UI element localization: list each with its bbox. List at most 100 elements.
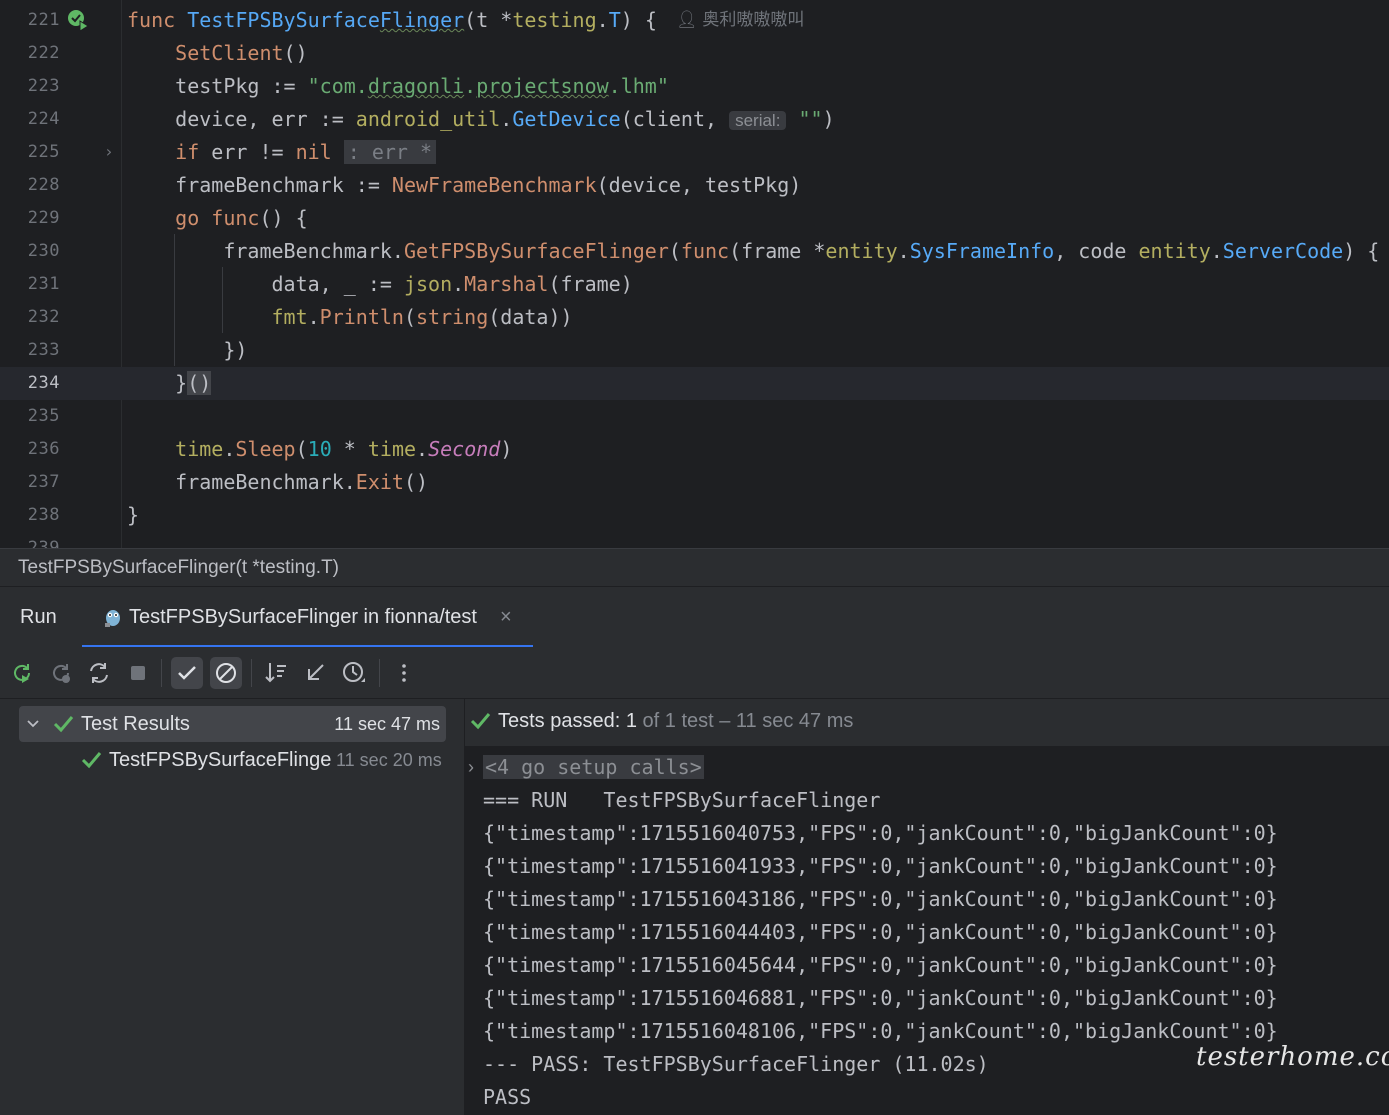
code-line[interactable]: 236 time.Sleep(10 * time.Second) [0, 433, 1389, 466]
code-token: TestFPSBySurface [187, 8, 380, 32]
code-text: frameBenchmark.GetFPSBySurfaceFlinger(fu… [127, 235, 1379, 268]
console-line: {"timestamp":1715516043186,"FPS":0,"jank… [483, 887, 1278, 911]
code-token: T [608, 8, 621, 32]
run-test-gutter-icon[interactable] [66, 8, 90, 32]
rerun-button[interactable] [6, 657, 38, 689]
tree-root-test-results[interactable]: Test Results 11 sec 47 ms [19, 706, 446, 742]
rerun-failed-button[interactable] [45, 657, 77, 689]
code-token: * [331, 437, 368, 461]
code-token: } [127, 371, 188, 395]
code-author-hint[interactable]: 👤︎ 奥利嗷嗷嗷叫 [676, 0, 804, 40]
code-line[interactable]: 231 data, _ := json.Marshal(frame) [0, 268, 1389, 301]
console-line: --- PASS: TestFPSBySurfaceFlinger (11.02… [483, 1052, 989, 1076]
code-token: nil [295, 140, 332, 164]
code-line[interactable]: 229 go func() { [0, 202, 1389, 235]
sort-button[interactable] [260, 657, 292, 689]
collapse-arrow-icon [308, 664, 324, 680]
code-token: data, _ := [127, 272, 404, 296]
show-passed-button[interactable] [171, 657, 203, 689]
code-editor[interactable]: 221 func TestFPSBySurfaceFlinger(t *testi… [0, 0, 1389, 548]
run-toolbar [0, 647, 1389, 699]
pass-check-icon [81, 752, 102, 769]
code-line[interactable]: 233 }) [0, 334, 1389, 367]
code-token: dragonli [367, 74, 465, 98]
toolbar-separator [251, 659, 252, 687]
breadcrumb-item[interactable]: TestFPSBySurfaceFlinger(t *testing.T) [18, 549, 339, 587]
code-token: entity [825, 239, 898, 263]
code-token: . [1210, 239, 1223, 263]
code-token: string [416, 305, 489, 329]
code-token: testPkg := [127, 74, 308, 98]
breadcrumb[interactable]: TestFPSBySurfaceFlinger(t *testing.T) [0, 548, 1389, 586]
line-number: 223 [27, 76, 60, 96]
code-line[interactable]: 232 fmt.Println(string(data)) [0, 301, 1389, 334]
code-token: fmt [271, 305, 308, 329]
code-token: }) [127, 338, 248, 362]
show-ignored-button[interactable] [210, 657, 242, 689]
code-token: SysFrameInfo [909, 239, 1055, 263]
code-token: } [127, 503, 140, 527]
code-line[interactable]: 225 if err != nil : err * [0, 136, 1389, 169]
collapse-all-button[interactable] [299, 657, 331, 689]
code-line[interactable]: 239 [0, 532, 1389, 548]
code-line[interactable]: 237 frameBenchmark.Exit() [0, 466, 1389, 499]
code-token: entity [1138, 239, 1211, 263]
tree-item-label: TestFPSBySurfaceFlinge [109, 749, 332, 771]
code-token: SetClient [175, 41, 284, 65]
console-line: {"timestamp":1715516041933,"FPS":0,"jank… [483, 854, 1278, 878]
code-token: NewFrameBenchmark [391, 173, 597, 197]
line-number: 235 [27, 406, 60, 426]
tree-root-label: Test Results [81, 713, 190, 735]
run-config-tab[interactable]: TestFPSBySurfaceFlinger in fionna/test × [82, 587, 533, 648]
code-token: func [127, 8, 188, 32]
code-token: (client, [620, 107, 730, 131]
code-token: , code [1054, 239, 1139, 263]
code-line[interactable]: 228 frameBenchmark := NewFrameBenchmark(… [0, 169, 1389, 202]
expand-chevron-icon[interactable]: › [468, 751, 474, 784]
code-line[interactable]: 224 device, err := android_util.GetDevic… [0, 103, 1389, 136]
code-text: }) [127, 334, 247, 367]
ignored-icon [216, 663, 236, 683]
code-token: frameBenchmark. [127, 239, 404, 263]
test-history-button[interactable] [338, 657, 370, 689]
tree-item-test[interactable]: TestFPSBySurfaceFlinge 11 sec 20 ms [0, 742, 465, 778]
code-token: serial: [729, 111, 787, 130]
code-token: "" [798, 107, 823, 131]
code-token: GetFPSBySurfaceFlinger [403, 239, 669, 263]
pass-check-icon [470, 713, 491, 730]
console-output[interactable]: Tests passed: 1 of 1 test – 11 sec 47 ms… [465, 699, 1389, 1115]
code-line[interactable]: 230 frameBenchmark.GetFPSBySurfaceFlinge… [0, 235, 1389, 268]
setup-calls-label: <4 go setup calls> [483, 755, 704, 779]
code-line[interactable]: 223 testPkg := "com.dragonli.projectsnow… [0, 70, 1389, 103]
code-token: () [403, 470, 429, 494]
chevron-down-icon[interactable] [25, 716, 41, 732]
code-token: Println [319, 305, 404, 329]
code-line[interactable]: 234 }() [0, 367, 1389, 400]
close-icon[interactable]: × [500, 587, 512, 648]
toggle-auto-test-button[interactable] [83, 657, 115, 689]
setup-calls-fold[interactable]: <4 go setup calls> [483, 751, 704, 784]
code-text: }() [127, 367, 212, 400]
console-line: {"timestamp":1715516048106,"FPS":0,"jank… [483, 1019, 1278, 1043]
stop-icon [131, 666, 145, 680]
test-results-tree: Test Results 11 sec 47 ms TestFPSBySurfa… [0, 699, 465, 1115]
code-line[interactable]: 235 [0, 400, 1389, 433]
toolbar-separator [379, 659, 380, 687]
code-line[interactable]: 238} [0, 499, 1389, 532]
code-token: Marshal [464, 272, 549, 296]
more-options-button[interactable] [388, 657, 420, 689]
stop-button[interactable] [122, 657, 154, 689]
sort-icon [265, 663, 286, 683]
line-number: 233 [27, 340, 60, 360]
code-token: (t * [464, 8, 513, 32]
code-line[interactable]: 222 SetClient() [0, 37, 1389, 70]
tests-passed-detail: of 1 test – 11 sec 47 ms [636, 710, 854, 732]
code-token: (frame * [729, 239, 826, 263]
code-token: ) { [1343, 239, 1380, 263]
fold-chevron-icon[interactable]: › [104, 135, 114, 168]
console-line: {"timestamp":1715516044403,"FPS":0,"jank… [483, 920, 1278, 944]
